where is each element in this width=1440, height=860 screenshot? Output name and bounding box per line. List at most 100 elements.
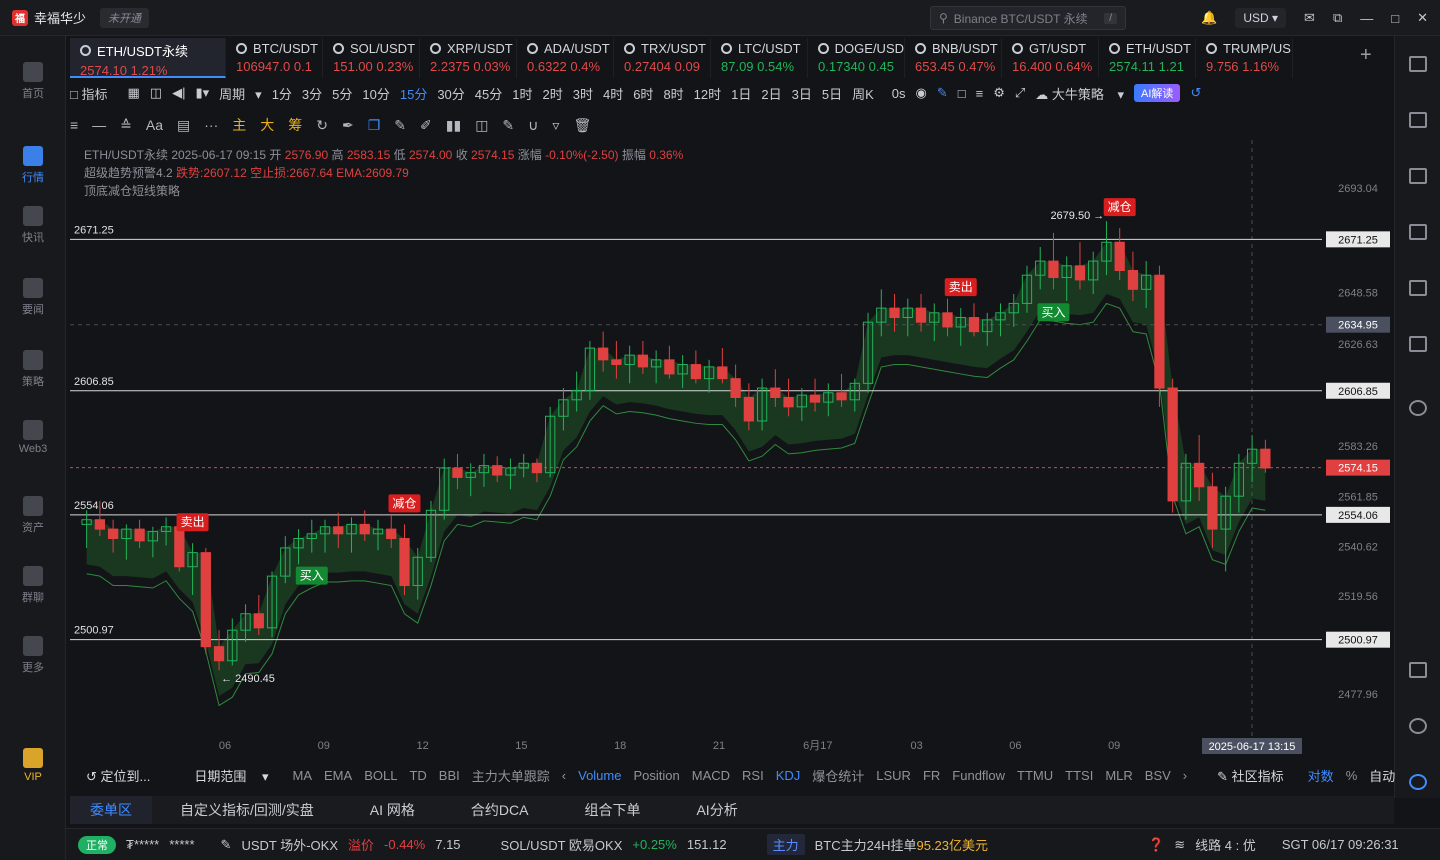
lock-icon[interactable]: ◫: [475, 117, 488, 134]
ticker-tab[interactable]: BNB/USDT 653.45 0.47%: [905, 38, 1002, 78]
ticker-tab[interactable]: LTC/USDT 87.09 0.54%: [711, 38, 808, 78]
bottom-tab[interactable]: 合约DCA: [443, 800, 557, 820]
ticker-tab[interactable]: ETH/USDT 2574.11 1.21: [1099, 38, 1196, 78]
ticker-tab[interactable]: TRUMP/US 9.756 1.16%: [1196, 38, 1293, 78]
sub-indicator[interactable]: RSI: [742, 768, 764, 783]
interval-option[interactable]: 2日: [761, 84, 781, 103]
candle-body[interactable]: [889, 307, 900, 319]
candle-body[interactable]: [1260, 448, 1271, 469]
ticker-tab[interactable]: GT/USDT 16.400 0.64%: [1002, 38, 1099, 78]
main-indicator[interactable]: 主力大单跟踪: [472, 766, 550, 785]
main-indicator[interactable]: EMA: [324, 768, 352, 783]
sidebar-item-9[interactable]: VIP: [0, 748, 66, 783]
candle-body[interactable]: [770, 387, 781, 398]
bars-icon[interactable]: ▮▮: [446, 117, 461, 134]
ticker-tab[interactable]: XRP/USDT 2.2375 0.03%: [420, 38, 517, 78]
log-scale-toggle[interactable]: 对数: [1308, 766, 1334, 785]
help-icon[interactable]: ❓: [1148, 837, 1164, 853]
candle-body[interactable]: [1114, 241, 1125, 271]
candle-body[interactable]: [598, 347, 609, 361]
candle-body[interactable]: [200, 552, 211, 648]
camera-icon[interactable]: ◉: [915, 85, 926, 101]
interval-option[interactable]: 6时: [633, 84, 653, 103]
interval-option[interactable]: 12时: [694, 84, 721, 103]
sub-indicator[interactable]: LSUR: [876, 768, 911, 783]
sol-ticker[interactable]: SOL/USDT 欧易OKX: [501, 835, 623, 854]
sidebar-item-3[interactable]: 要闻: [0, 278, 66, 317]
sub-indicator[interactable]: KDJ: [776, 768, 801, 783]
settings-icon[interactable]: ⚙: [993, 85, 1005, 101]
add-tab-icon[interactable]: +: [1360, 44, 1372, 67]
candle-body[interactable]: [611, 359, 622, 366]
ticker-tab[interactable]: ADA/USDT 0.6322 0.4%: [517, 38, 614, 78]
price-chart[interactable]: 2671.25 2671.25 2606.85 2606.85 2554.06 2554.…: [70, 140, 1394, 764]
candle-body[interactable]: [399, 538, 410, 587]
interval-option[interactable]: 8时: [663, 84, 683, 103]
edit-icon[interactable]: ✎: [221, 837, 232, 853]
magnet-icon[interactable]: ∪: [528, 117, 538, 134]
ticker-tab[interactable]: SOL/USDT 151.00 0.23%: [323, 38, 420, 78]
candle-body[interactable]: [134, 528, 145, 542]
drawing-tool[interactable]: 筹: [288, 115, 302, 135]
pencil-icon[interactable]: ✎: [394, 117, 406, 134]
main-indicator[interactable]: BBI: [439, 768, 460, 783]
interval-option[interactable]: 周K: [852, 84, 874, 103]
sidebar-item-2[interactable]: 快讯: [0, 206, 66, 245]
candle-body[interactable]: [94, 519, 106, 530]
interval-option[interactable]: 2时: [543, 84, 563, 103]
indicator-button[interactable]: □ 指标: [70, 84, 117, 103]
bottom-tab[interactable]: AI分析: [668, 800, 765, 820]
candle-body[interactable]: [452, 467, 463, 478]
auto-toggle[interactable]: 自动: [1369, 766, 1395, 785]
interval-option[interactable]: 15分: [400, 84, 427, 103]
hline-icon[interactable]: —: [92, 117, 106, 133]
close-icon[interactable]: ✕: [1417, 10, 1428, 26]
sub-indicator[interactable]: TTMU: [1017, 768, 1053, 783]
sidebar-item-0[interactable]: 首页: [0, 62, 66, 101]
candle-body[interactable]: [1127, 269, 1139, 290]
main-indicator[interactable]: MA: [293, 768, 313, 783]
date-range-select[interactable]: 日期范围 ▾: [194, 766, 268, 785]
search-input[interactable]: ⚲ Binance BTC/USDT 永续 /: [930, 6, 1126, 30]
period-select[interactable]: 周期 ▾: [219, 84, 262, 103]
candle-body[interactable]: [1048, 260, 1059, 279]
robot-icon[interactable]: [1409, 774, 1427, 790]
candle-body[interactable]: [690, 364, 702, 380]
pen-icon[interactable]: ✎: [937, 85, 948, 101]
sidebar-item-6[interactable]: 资产: [0, 496, 66, 535]
sub-indicator[interactable]: FR: [923, 768, 940, 783]
layout-icon[interactable]: ◫: [150, 85, 162, 101]
candle-body[interactable]: [637, 354, 649, 368]
interval-option[interactable]: 30分: [437, 84, 464, 103]
candle-body[interactable]: [915, 307, 927, 323]
candle-body[interactable]: [213, 646, 225, 662]
candle-body[interactable]: [783, 396, 794, 408]
candle-body[interactable]: [809, 394, 821, 403]
bottom-tab[interactable]: AI 网格: [342, 800, 443, 820]
candle-body[interactable]: [1074, 265, 1086, 281]
candle-body[interactable]: [333, 526, 344, 535]
minimize-icon[interactable]: —: [1360, 11, 1373, 26]
menu-icon[interactable]: ≡: [976, 86, 984, 101]
interval-option[interactable]: 3分: [302, 84, 322, 103]
frame-icon[interactable]: □: [958, 86, 966, 101]
candle-body[interactable]: [968, 317, 980, 333]
interval-option[interactable]: 5分: [332, 84, 352, 103]
candle-body[interactable]: [1167, 387, 1178, 502]
popout-icon[interactable]: ⧉: [1333, 10, 1342, 26]
drawing-tool[interactable]: 大: [260, 115, 274, 135]
candle-body[interactable]: [743, 396, 754, 422]
main-indicator[interactable]: BOLL: [364, 768, 397, 783]
maximize-icon[interactable]: □: [1391, 11, 1399, 26]
wallet-icon[interactable]: [1409, 168, 1427, 184]
sub-indicator[interactable]: Volume: [578, 768, 621, 783]
candle-body[interactable]: [386, 528, 397, 540]
sub-indicator[interactable]: 爆仓统计: [812, 766, 864, 785]
chevron-left-icon[interactable]: ‹: [562, 768, 566, 783]
sidebar-item-7[interactable]: 群聊: [0, 566, 66, 605]
candle-body[interactable]: [1207, 486, 1218, 530]
ticker-tab[interactable]: BTC/USDT 106947.0 0.1: [226, 38, 323, 78]
ticker-tab[interactable]: ETH/USDT永续 2574.10 1.21%: [70, 38, 226, 78]
interval-option[interactable]: 1日: [731, 84, 751, 103]
sub-indicator[interactable]: Fundflow: [952, 768, 1005, 783]
